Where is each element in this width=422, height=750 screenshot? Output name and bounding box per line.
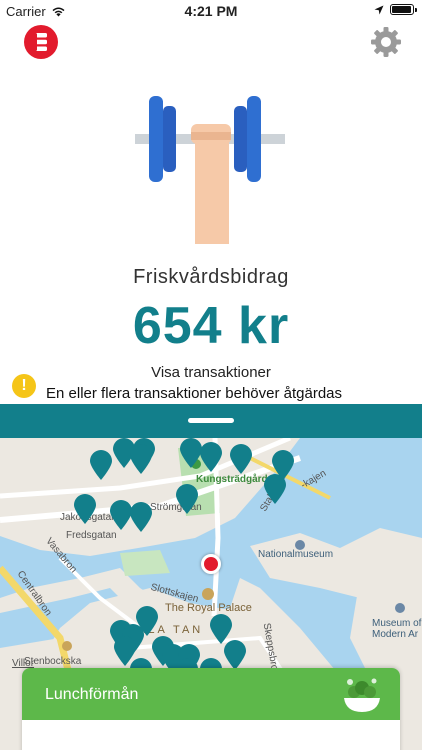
map-pin-marker[interactable] <box>110 500 132 530</box>
status-bar: Carrier 4:21 PM <box>0 0 422 22</box>
salad-bowl-icon <box>344 678 380 712</box>
status-time: 4:21 PM <box>184 3 238 19</box>
warning-text: En eller flera transaktioner behöver åtg… <box>46 385 343 402</box>
map-label-museum: Museum of Modern Ar <box>372 618 422 640</box>
map-pin-marker[interactable] <box>90 450 112 480</box>
map-pin-marker[interactable] <box>130 444 152 474</box>
location-arrow-icon <box>374 5 384 14</box>
edenred-logo-icon <box>24 25 58 59</box>
benefit-amount: 654 kr <box>132 297 290 355</box>
warning-row[interactable]: ! En eller flera transaktioner behöver å… <box>12 374 412 402</box>
gear-icon[interactable] <box>370 26 402 58</box>
status-right <box>374 4 417 15</box>
map-pin-marker[interactable] <box>224 640 246 670</box>
map-pin-marker[interactable] <box>176 484 198 514</box>
benefit-title: Friskvårdsbidrag <box>133 266 289 288</box>
lunch-benefit-card[interactable]: Lunchförmån <box>22 668 400 750</box>
map-pin-marker[interactable] <box>130 502 152 532</box>
map-pin-marker[interactable] <box>74 494 96 524</box>
map-drawer-handle-bar[interactable] <box>0 404 422 438</box>
lunch-card-header[interactable]: Lunchförmån <box>22 668 400 720</box>
battery-icon <box>390 4 417 15</box>
exclamation-icon: ! <box>12 374 36 398</box>
map-label-royal-palace: The Royal Palace <box>165 602 252 614</box>
drag-handle[interactable] <box>188 418 234 423</box>
map-label-fredsgatan: Fredsgatan <box>66 530 117 541</box>
map-pin-marker[interactable] <box>180 438 202 468</box>
selected-location-marker[interactable] <box>201 554 221 574</box>
map-pin-marker[interactable] <box>230 444 252 474</box>
battery-level <box>392 6 411 13</box>
map-pin-marker[interactable] <box>264 474 286 504</box>
lunch-card-title: Lunchförmån <box>45 686 139 703</box>
map-pin-marker[interactable] <box>200 442 222 472</box>
map-label-nationalmuseum: Nationalmuseum <box>258 549 334 560</box>
dumbbell-hand-icon <box>135 96 285 244</box>
